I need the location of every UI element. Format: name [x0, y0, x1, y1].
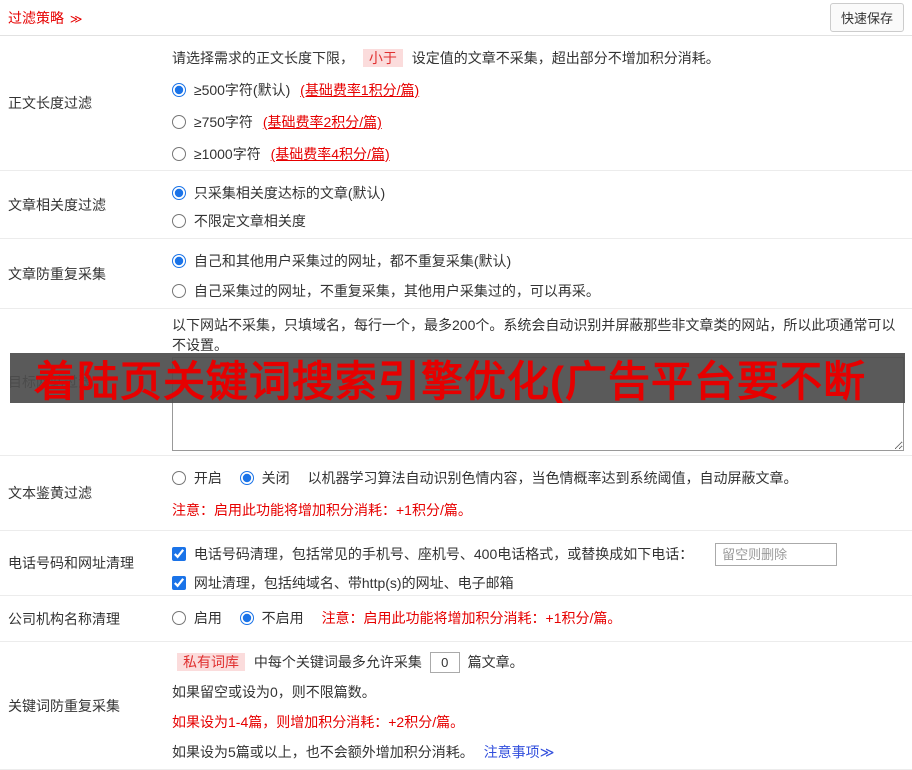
radio-option-1000-chars[interactable]: ≥1000字符 (基础费率4积分/篇)	[172, 146, 390, 162]
radio-option-company-on[interactable]: 启用	[172, 610, 226, 626]
keyword-note-text: 如果设为5篇或以上，也不会额外增加积分消耗。	[172, 744, 474, 760]
keyword-limit-text: 中每个关键词最多允许采集	[253, 654, 422, 670]
row-relevance-filter: 文章相关度过滤 只采集相关度达标的文章(默认) 不限定文章相关度	[0, 171, 912, 239]
row-company-clean: 公司机构名称清理 启用 不启用 注意：启用此功能将增加积分消耗：+1积分/篇。	[0, 596, 912, 642]
double-chevron-icon: ≫	[539, 744, 555, 760]
radio-1000-chars[interactable]	[172, 147, 186, 161]
checkbox-label: 电话号码清理，包括常见的手机号、座机号、400电话格式，或替换成如下电话：	[193, 546, 694, 562]
radio-relevance-on[interactable]	[172, 186, 186, 200]
site-filter-description: 以下网站不采集，只填域名，每行一个，最多200个。系统会自动识别并屏蔽那些非文章…	[172, 317, 896, 353]
row-label: 关键词防重复采集	[8, 697, 120, 714]
row-dedupe-filter: 文章防重复采集 自己和其他用户采集过的网址，都不重复采集(默认) 自己采集过的网…	[0, 239, 912, 309]
porn-filter-note: 注意：启用此功能将增加积分消耗：+1积分/篇。	[172, 502, 472, 518]
radio-relevance-off[interactable]	[172, 214, 186, 228]
radio-label: 自己采集过的网址，不重复采集，其他用户采集过的，可以再采。	[193, 283, 600, 299]
watermark-text: 着陆页关键词搜索引擎优化(广告平台要不断	[34, 357, 866, 404]
watermark-overlay: 着陆页关键词搜索引擎优化(广告平台要不断	[10, 353, 905, 403]
radio-company-on[interactable]	[172, 611, 186, 625]
page-title[interactable]: 过滤策略 ≫	[8, 8, 82, 28]
radio-label: 只采集相关度达标的文章(默认)	[193, 185, 386, 201]
porn-filter-description: 以机器学习算法自动识别色情内容，当色情概率达到系统阈值，自动屏蔽文章。	[307, 470, 798, 486]
notice-link-text: 注意事项	[483, 744, 540, 760]
row-label: 电话号码和网址清理	[8, 555, 134, 571]
radio-label: 不启用	[261, 610, 304, 626]
row-phone-url-clean: 电话号码和网址清理 电话号码清理，包括常见的手机号、座机号、400电话格式，或替…	[0, 531, 912, 596]
radio-label: 启用	[193, 610, 222, 626]
radio-500-chars[interactable]	[172, 83, 186, 97]
company-clean-note: 注意：启用此功能将增加积分消耗：+1积分/篇。	[321, 610, 622, 626]
radio-dedupe-self[interactable]	[172, 284, 186, 298]
replacement-phone-input[interactable]	[715, 543, 838, 566]
radio-option-porn-on[interactable]: 开启	[172, 470, 226, 486]
radio-option-company-off[interactable]: 不启用	[239, 610, 308, 626]
keyword-note-fee: 如果设为1-4篇，则增加积分消耗：+2积分/篇。	[172, 714, 465, 730]
row-label: 正文长度过滤	[8, 95, 92, 111]
checkbox-option-url-clean[interactable]: 网址清理，包括纯域名、带http(s)的网址、电子邮箱	[172, 575, 514, 591]
keyword-note-five-plus: 如果设为5篇或以上，也不会额外增加积分消耗。 注意事项≫	[172, 742, 904, 763]
row-keyword-dedupe: 关键词防重复采集 私有词库 中每个关键词最多允许采集 篇文章。 如果留空或设为0…	[0, 642, 912, 770]
private-lexicon-link[interactable]: 私有词库	[177, 653, 245, 671]
checkbox-phone-clean[interactable]	[172, 547, 186, 561]
row-label: 公司机构名称清理	[8, 610, 120, 627]
checkbox-option-phone-clean[interactable]: 电话号码清理，包括常见的手机号、座机号、400电话格式，或替换成如下电话：	[172, 546, 697, 562]
radio-option-500-chars[interactable]: ≥500字符(默认) (基础费率1积分/篇)	[172, 82, 419, 98]
radio-750-chars[interactable]	[172, 115, 186, 129]
radio-option-porn-off[interactable]: 关闭	[239, 470, 294, 486]
radio-label: ≥1000字符	[193, 146, 261, 162]
fee-link-4-credit[interactable]: (基础费率4积分/篇)	[271, 146, 390, 162]
top-bar: 过滤策略 ≫ 快速保存	[0, 0, 912, 36]
checkbox-url-clean[interactable]	[172, 576, 186, 590]
less-than-highlight: 小于	[362, 49, 403, 67]
keyword-limit-input[interactable]	[429, 652, 460, 673]
fee-link-1-credit[interactable]: (基础费率1积分/篇)	[300, 82, 419, 98]
content-length-intro: 请选择需求的正文长度下限， 小于 设定值的文章不采集，超出部分不增加积分消耗。	[172, 48, 904, 69]
keyword-note-unlimited: 如果留空或设为0，则不限篇数。	[172, 684, 376, 700]
radio-label: 关闭	[261, 470, 290, 486]
fee-link-2-credit[interactable]: (基础费率2积分/篇)	[263, 114, 382, 130]
radio-label: ≥500字符(默认)	[193, 82, 291, 98]
radio-option-relevance-on[interactable]: 只采集相关度达标的文章(默认)	[172, 185, 385, 201]
radio-company-off[interactable]	[239, 611, 254, 625]
radio-label: ≥750字符	[193, 114, 253, 130]
radio-option-750-chars[interactable]: ≥750字符 (基础费率2积分/篇)	[172, 114, 382, 130]
radio-label: 自己和其他用户采集过的网址，都不重复采集(默认)	[193, 253, 512, 269]
page-title-text: 过滤策略	[8, 9, 64, 26]
radio-option-relevance-off[interactable]: 不限定文章相关度	[172, 213, 306, 229]
radio-option-dedupe-all[interactable]: 自己和其他用户采集过的网址，都不重复采集(默认)	[172, 253, 511, 269]
quick-save-button[interactable]: 快速保存	[829, 3, 904, 32]
double-chevron-icon: ≫	[69, 11, 83, 26]
row-content-length-filter: 正文长度过滤 请选择需求的正文长度下限， 小于 设定值的文章不采集，超出部分不增…	[0, 36, 912, 171]
intro-text-before: 请选择需求的正文长度下限，	[172, 50, 354, 66]
radio-label: 不限定文章相关度	[193, 213, 306, 229]
keyword-limit-suffix: 篇文章。	[467, 654, 524, 670]
row-label: 文本鉴黄过滤	[8, 485, 92, 501]
radio-porn-on[interactable]	[172, 471, 186, 485]
row-label: 文章相关度过滤	[8, 196, 106, 213]
radio-label: 开启	[193, 470, 222, 486]
row-label: 文章防重复采集	[8, 265, 106, 282]
radio-option-dedupe-self[interactable]: 自己采集过的网址，不重复采集，其他用户采集过的，可以再采。	[172, 283, 600, 299]
radio-dedupe-all[interactable]	[172, 254, 186, 268]
radio-porn-off[interactable]	[239, 471, 254, 485]
intro-text-after: 设定值的文章不采集，超出部分不增加积分消耗。	[411, 50, 720, 66]
row-porn-filter: 文本鉴黄过滤 开启 关闭 以机器学习算法自动识别色情内容，当色情概率达到系统阈值…	[0, 456, 912, 531]
checkbox-label: 网址清理，包括纯域名、带http(s)的网址、电子邮箱	[193, 575, 514, 591]
notice-link[interactable]: 注意事项≫	[484, 744, 555, 760]
